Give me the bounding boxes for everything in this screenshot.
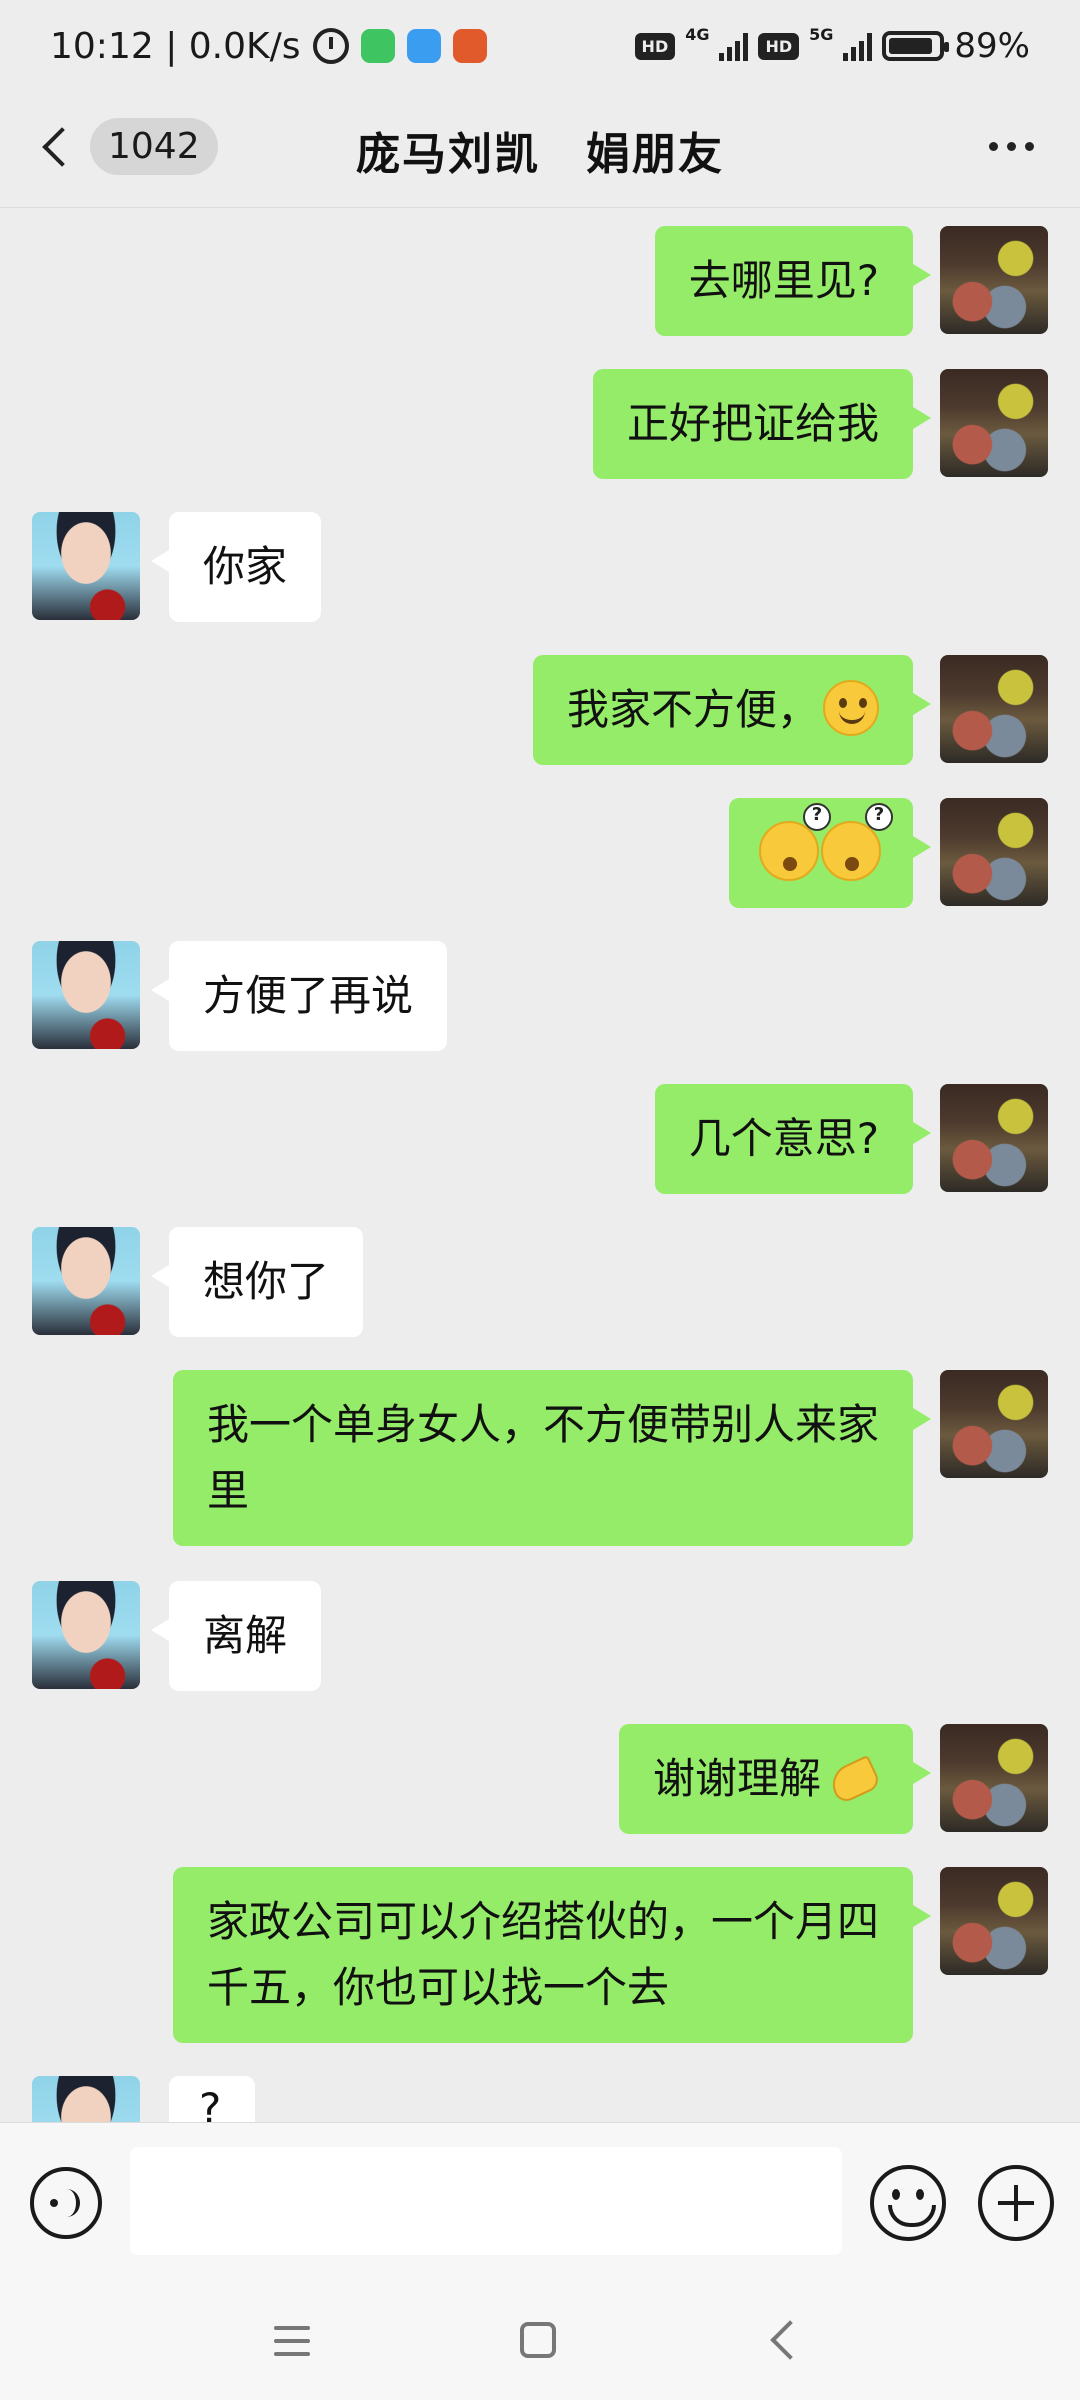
- self-avatar[interactable]: [940, 1867, 1048, 1975]
- self-avatar[interactable]: [940, 798, 1048, 906]
- status-left: 10:12 | 0.0K/s: [50, 26, 487, 67]
- unread-count-badge: 1042: [90, 118, 218, 175]
- system-back-button[interactable]: [770, 2320, 810, 2360]
- signal-icon-2: [843, 31, 873, 61]
- hd-icon: HD: [634, 32, 676, 60]
- praying-hands-emoji-icon: [825, 1749, 879, 1803]
- message-bubble-other[interactable]: 想你了: [150, 1227, 364, 1337]
- message-text: 想你了: [203, 1257, 330, 1306]
- chevron-left-icon: [42, 126, 82, 167]
- message-bubble-self[interactable]: 去哪里见?: [654, 226, 932, 336]
- chat-header: 1042 庞马刘凯 娟朋友: [0, 92, 1080, 208]
- message-input[interactable]: [130, 2147, 842, 2255]
- wechat-notification-icon: [360, 29, 395, 63]
- message-bubble-other[interactable]: 方便了再说: [150, 941, 448, 1051]
- system-nav-bar: [0, 2282, 1080, 2400]
- message-text: 去哪里见?: [688, 256, 879, 305]
- message-text: 我一个单身女人，不方便带别人来家里: [207, 1400, 880, 1515]
- status-time-speed: 10:12 | 0.0K/s: [50, 25, 301, 67]
- message-text: 正好把证给我: [626, 399, 879, 448]
- status-bar: 10:12 | 0.0K/s HD 4G HD 5G 89%: [0, 0, 1080, 92]
- self-avatar[interactable]: [940, 1724, 1048, 1832]
- message-bubble-self[interactable]: [729, 798, 931, 908]
- app-notification-icon-2: [452, 29, 487, 63]
- input-bar: [0, 2122, 1080, 2282]
- contact-avatar[interactable]: [32, 512, 140, 620]
- message-bubble-other[interactable]: ?: [169, 2076, 255, 2122]
- message-bubble-self[interactable]: 谢谢理解: [618, 1724, 932, 1834]
- recent-apps-button[interactable]: [274, 2326, 310, 2356]
- voice-input-button[interactable]: [30, 2167, 102, 2239]
- message-bubble-other[interactable]: 离解: [150, 1581, 322, 1691]
- hd-icon-2: HD: [758, 32, 800, 60]
- confused-emoji-icon: [821, 803, 893, 881]
- home-button[interactable]: [520, 2322, 556, 2358]
- network-5g-label: 5G: [809, 24, 834, 44]
- message-bubble-self[interactable]: 家政公司可以介绍搭伙的，一个月四千五，你也可以找一个去: [173, 1867, 931, 2043]
- contact-avatar[interactable]: [32, 1581, 140, 1689]
- message-bubble-other[interactable]: 你家: [150, 512, 322, 622]
- more-dots-icon: [989, 142, 998, 151]
- self-avatar[interactable]: [940, 1370, 1048, 1478]
- message-text: 家政公司可以介绍搭伙的，一个月四千五，你也可以找一个去: [207, 1897, 880, 2012]
- message-text: 方便了再说: [203, 971, 414, 1020]
- self-avatar[interactable]: [940, 226, 1048, 334]
- message-text: 谢谢理解: [652, 1754, 821, 1803]
- message-text: 我家不方便，: [566, 685, 819, 734]
- alarm-icon: [312, 28, 349, 64]
- more-actions-button[interactable]: [978, 2165, 1054, 2241]
- self-avatar[interactable]: [940, 1084, 1048, 1192]
- message-text: 你家: [203, 542, 288, 591]
- message-list[interactable]: 去哪里见? 正好把证给我 你家 我家不方便， 方便了再说 几个意思? 想你了 我…: [0, 208, 1080, 2122]
- message-bubble-self[interactable]: 我家不方便，: [532, 655, 932, 765]
- contact-avatar[interactable]: [32, 1227, 140, 1335]
- self-avatar[interactable]: [940, 655, 1048, 763]
- contact-avatar[interactable]: [32, 2076, 140, 2122]
- app-notification-icon: [406, 29, 441, 63]
- battery-fill: [889, 38, 933, 54]
- message-bubble-self[interactable]: 正好把证给我: [592, 369, 932, 479]
- emoji-button[interactable]: [870, 2165, 946, 2241]
- network-4g-label: 4G: [685, 24, 710, 44]
- message-bubble-self[interactable]: 我一个单身女人，不方便带别人来家里: [173, 1370, 931, 1546]
- smile-emoji-icon: [823, 680, 879, 736]
- self-avatar[interactable]: [940, 369, 1048, 477]
- status-right: HD 4G HD 5G 89%: [634, 24, 1030, 66]
- back-button[interactable]: 1042: [40, 118, 218, 175]
- message-text: ?: [199, 2084, 222, 2122]
- signal-icon: [719, 31, 749, 61]
- confused-emoji-icon: [759, 803, 831, 881]
- contact-avatar[interactable]: [32, 941, 140, 1049]
- battery-icon: [882, 31, 950, 61]
- message-bubble-self[interactable]: 几个意思?: [654, 1084, 932, 1194]
- message-text: 几个意思?: [688, 1114, 879, 1163]
- more-options-button[interactable]: [989, 142, 1034, 151]
- message-text: 离解: [203, 1611, 288, 1660]
- battery-percent: 89%: [954, 26, 1030, 66]
